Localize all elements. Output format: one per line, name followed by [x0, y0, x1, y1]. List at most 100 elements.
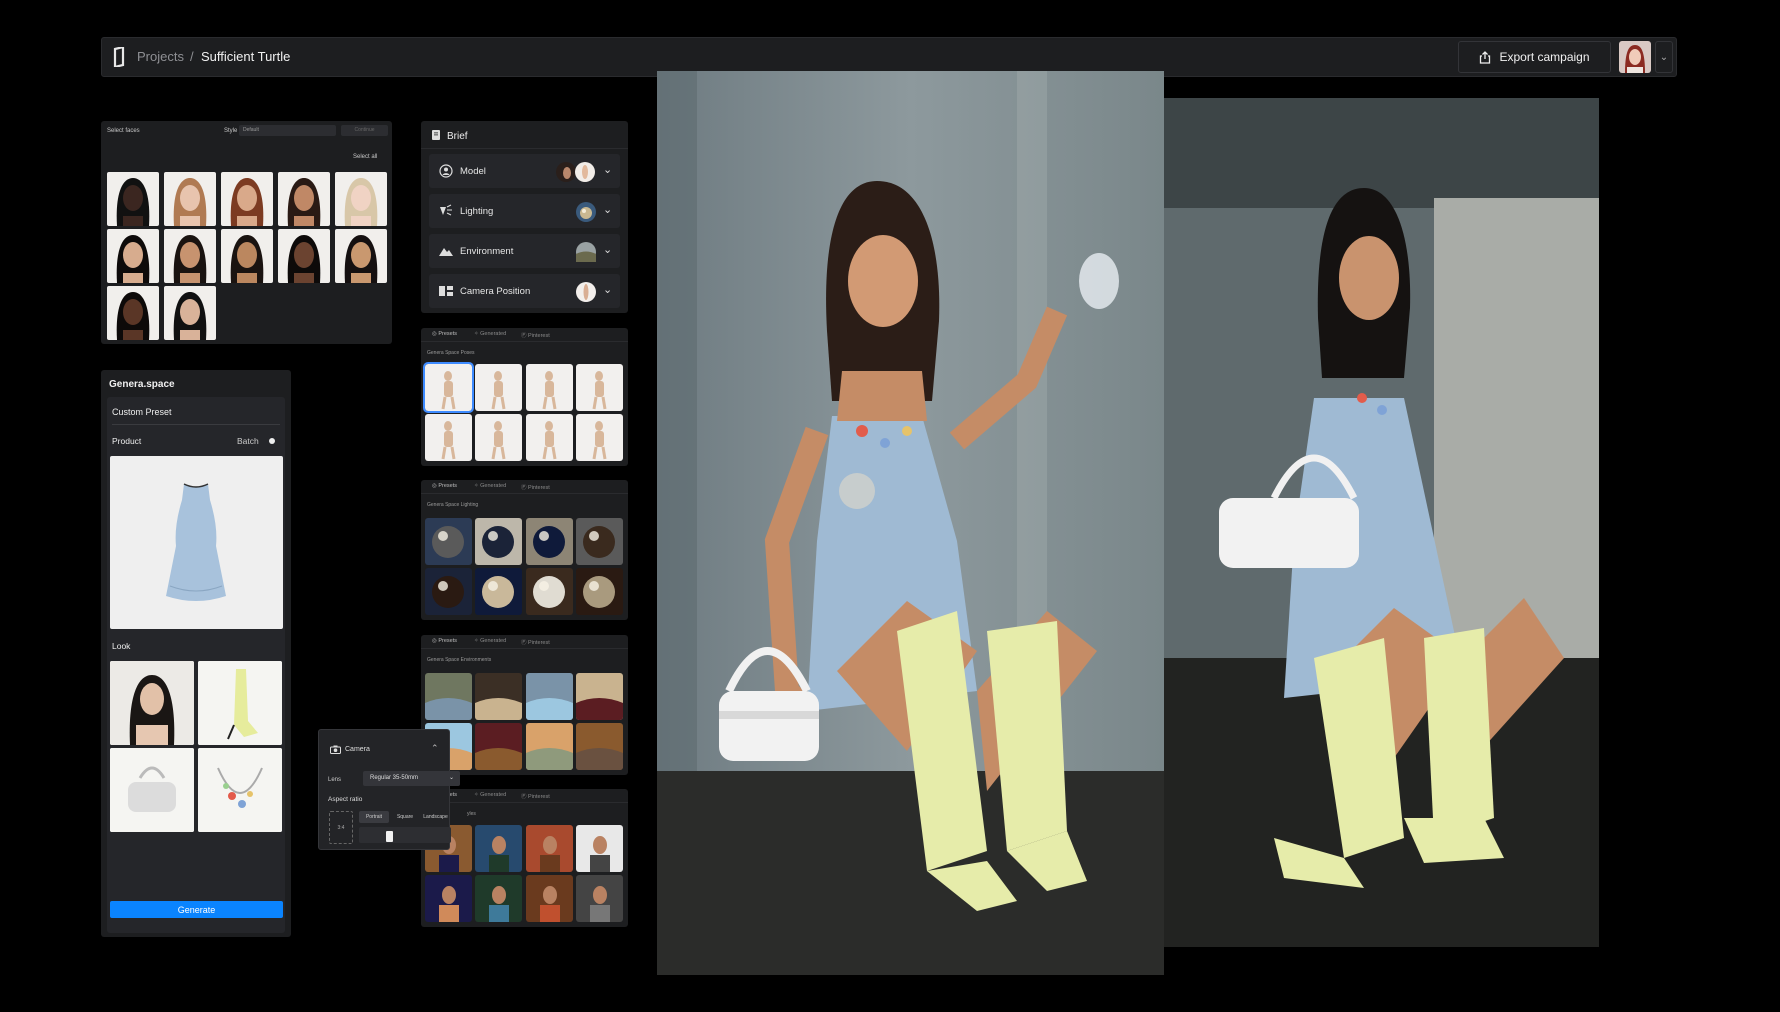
style-thumbnail[interactable]	[576, 875, 623, 922]
batch-label: Batch	[237, 436, 259, 446]
face-thumbnail[interactable]	[164, 286, 216, 340]
generated-image-secondary[interactable]	[1164, 98, 1599, 947]
lighting-thumbnail[interactable]	[425, 568, 472, 615]
face-thumbnail[interactable]	[278, 229, 330, 283]
face-thumbnail[interactable]	[278, 172, 330, 226]
brief-row-model[interactable]: Model ⌄	[429, 154, 620, 188]
chevron-down-icon[interactable]: ⌄	[603, 163, 612, 176]
look-item-bag[interactable]	[110, 748, 194, 832]
select-all-button[interactable]: Select all	[353, 154, 377, 160]
tab-pinterest[interactable]: Ⓟ Pinterest	[521, 638, 550, 646]
style-thumbnail[interactable]	[576, 825, 623, 872]
look-item-necklace[interactable]	[198, 748, 282, 832]
pose-thumbnail[interactable]	[526, 414, 573, 461]
user-avatar[interactable]	[1619, 41, 1651, 73]
logo-icon[interactable]	[112, 47, 128, 67]
face-thumbnail[interactable]	[221, 229, 273, 283]
document-icon	[432, 130, 440, 140]
tab-generated[interactable]: ✧ Generated	[474, 483, 506, 489]
camera-title: Camera	[345, 746, 370, 753]
tab-generated[interactable]: ✧ Generated	[474, 331, 506, 337]
product-image[interactable]	[110, 456, 283, 629]
chevron-down-icon: ⌄	[448, 775, 454, 781]
brief-row-label: Model	[460, 166, 486, 177]
environment-thumbnail[interactable]	[576, 723, 623, 770]
aspect-ratio-preview: 3:4	[329, 811, 353, 844]
brief-row-lighting[interactable]: Lighting ⌄	[429, 194, 620, 228]
brief-row-environment[interactable]: Environment ⌄	[429, 234, 620, 268]
lighting-thumbnail[interactable]	[576, 568, 623, 615]
camera-icon	[330, 745, 341, 754]
custom-preset-title: Custom Preset	[112, 407, 172, 417]
tab-pinterest[interactable]: Ⓟ Pinterest	[521, 331, 550, 339]
slider-handle[interactable]	[386, 831, 393, 842]
chevron-up-icon[interactable]: ⌃	[431, 743, 439, 754]
chevron-down-icon[interactable]: ⌄	[603, 243, 612, 256]
style-select[interactable]: Default	[239, 125, 336, 136]
style-select-value: Default	[243, 127, 259, 133]
lighting-thumbnail[interactable]	[475, 568, 522, 615]
chevron-down-icon[interactable]: ⌄	[603, 283, 612, 296]
face-thumbnail[interactable]	[107, 172, 159, 226]
chevron-down-icon[interactable]: ⌄	[603, 203, 612, 216]
style-thumbnail[interactable]	[526, 825, 573, 872]
lighting-thumbnail[interactable]	[526, 518, 573, 565]
tab-presets[interactable]: ◎ Presets	[432, 483, 457, 489]
breadcrumb-current: Sufficient Turtle	[201, 49, 291, 64]
face-thumbnail[interactable]	[164, 172, 216, 226]
style-thumbnail[interactable]	[475, 875, 522, 922]
preset-tabs: ◎ Presets ✧ Generated Ⓟ Pinterest	[421, 480, 628, 494]
pose-thumbnail[interactable]	[475, 414, 522, 461]
pose-thumbnail[interactable]	[423, 362, 474, 413]
style-thumbnail[interactable]	[526, 875, 573, 922]
environment-thumbnail[interactable]	[425, 673, 472, 720]
pose-thumbnail[interactable]	[425, 414, 472, 461]
pose-thumbnail[interactable]	[526, 364, 573, 411]
tab-presets[interactable]: ◎ Presets	[432, 331, 457, 337]
environment-thumbnail[interactable]	[526, 723, 573, 770]
environment-thumbnail[interactable]	[576, 673, 623, 720]
lens-value: Regular 35-50mm	[370, 775, 419, 781]
continue-button[interactable]: Continue	[341, 125, 388, 136]
aspect-option-square[interactable]: Square	[390, 811, 420, 823]
tab-pinterest[interactable]: Ⓟ Pinterest	[521, 483, 550, 491]
pose-thumbnail[interactable]	[576, 364, 623, 411]
account-menu-chevron-icon[interactable]: ⌄	[1655, 41, 1673, 73]
face-thumbnail[interactable]	[107, 286, 159, 340]
environment-thumbnail[interactable]	[475, 723, 522, 770]
aspect-slider[interactable]	[359, 827, 451, 843]
tab-pinterest[interactable]: Ⓟ Pinterest	[521, 792, 550, 800]
tab-generated[interactable]: ✧ Generated	[474, 792, 506, 798]
look-item-model[interactable]	[110, 661, 194, 745]
environment-thumbnail[interactable]	[526, 673, 573, 720]
lens-label: Lens	[328, 777, 342, 783]
generated-image-primary[interactable]	[657, 71, 1164, 975]
tab-generated[interactable]: ✧ Generated	[474, 638, 506, 644]
aspect-option-landscape[interactable]: Landscape	[420, 811, 451, 823]
lighting-thumbnail[interactable]	[576, 518, 623, 565]
lighting-thumbnail[interactable]	[526, 568, 573, 615]
brief-row-camera-position[interactable]: Camera Position ⌄	[429, 274, 620, 308]
face-thumbnail[interactable]	[335, 172, 387, 226]
faces-title: Select faces	[107, 128, 140, 134]
environment-thumbnail[interactable]	[475, 673, 522, 720]
pose-thumbnail[interactable]	[475, 364, 522, 411]
face-thumbnail[interactable]	[221, 172, 273, 226]
lens-select[interactable]: Regular 35-50mm ⌄	[363, 771, 460, 786]
aspect-option-portrait[interactable]: Portrait	[359, 811, 389, 823]
face-thumbnail[interactable]	[164, 229, 216, 283]
look-item-boot[interactable]	[198, 661, 282, 745]
pose-thumbnail[interactable]	[576, 414, 623, 461]
style-thumbnail[interactable]	[425, 875, 472, 922]
lighting-thumbnail[interactable]	[425, 518, 472, 565]
face-thumbnail[interactable]	[107, 229, 159, 283]
breadcrumb-projects[interactable]: Projects	[137, 49, 184, 64]
brief-row-label: Camera Position	[460, 286, 531, 297]
style-thumbnail[interactable]	[475, 825, 522, 872]
lighting-thumbnail[interactable]	[475, 518, 522, 565]
face-thumbnail[interactable]	[335, 229, 387, 283]
batch-toggle[interactable]	[269, 438, 275, 444]
tab-presets[interactable]: ◎ Presets	[432, 638, 457, 644]
generate-button[interactable]: Generate	[110, 901, 283, 918]
export-campaign-button[interactable]: Export campaign	[1458, 41, 1611, 73]
